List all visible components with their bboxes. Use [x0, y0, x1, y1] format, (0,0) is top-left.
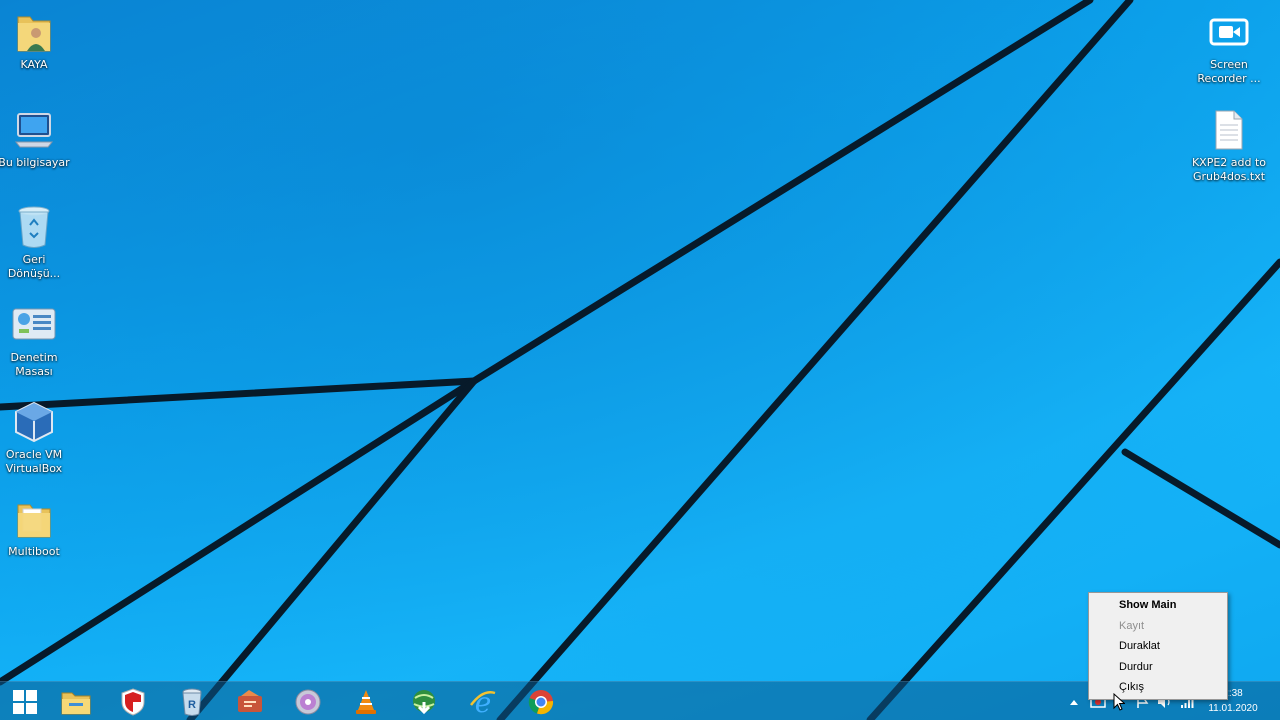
- windows-logo-icon: [13, 689, 37, 714]
- control-panel-icon: [10, 301, 58, 349]
- desktop-icon-label: Denetim Masası: [10, 351, 58, 378]
- desktop-icon-label: Bu bilgisayar: [0, 156, 70, 169]
- svg-text:R: R: [188, 699, 196, 711]
- desktop-icon-recycle-bin[interactable]: Geri Dönüşü...: [0, 203, 72, 281]
- desktop-icon-label: KAYA: [20, 58, 48, 71]
- desktop-icon-virtualbox[interactable]: Oracle VM VirtualBox: [0, 398, 72, 476]
- clock-date: 11.01.2020: [1208, 703, 1258, 714]
- menu-item-record: Kayıt: [1119, 619, 1145, 632]
- desktop-icon-screen-recorder[interactable]: Screen Recorder ...: [1191, 8, 1267, 86]
- menu-item-exit[interactable]: Çıkış: [1089, 677, 1227, 698]
- taskbar-internet-explorer[interactable]: e: [458, 682, 508, 720]
- menu-item-show-main[interactable]: Show Main: [1089, 595, 1227, 616]
- chevron-up-icon: [1070, 699, 1078, 705]
- taskbar-download-manager[interactable]: [399, 682, 449, 720]
- menu-item-pause[interactable]: Duraklat: [1089, 636, 1227, 657]
- tray-overflow-button[interactable]: [1066, 682, 1082, 720]
- user-folder-icon: [10, 8, 58, 56]
- file-explorer-icon: [61, 692, 91, 714]
- desktop-icon-label: Screen Recorder ...: [1197, 58, 1261, 85]
- taskbar-media-converter[interactable]: [225, 682, 275, 720]
- video-camera-icon: [1205, 8, 1253, 56]
- virtualbox-icon: [10, 398, 58, 446]
- desktop-icon-label: Geri Dönüşü...: [7, 253, 61, 280]
- desktop-icon-multiboot[interactable]: Multiboot: [0, 495, 72, 559]
- desktop-icon-this-pc[interactable]: Bu bilgisayar: [0, 106, 72, 170]
- taskbar-file-explorer[interactable]: [51, 682, 101, 720]
- mouse-cursor-icon: [1113, 693, 1125, 711]
- folder-icon: [10, 495, 58, 543]
- taskbar-disc-app[interactable]: [283, 682, 333, 720]
- desktop-icon-label: Oracle VM VirtualBox: [5, 448, 63, 475]
- media-converter-icon: [238, 689, 262, 712]
- taskbar-security[interactable]: [108, 682, 158, 720]
- security-shield-icon: [121, 687, 145, 716]
- taskbar-vlc[interactable]: [341, 682, 391, 720]
- tray-context-menu: Show Main Kayıt Duraklat Durdur Çıkış: [1088, 592, 1228, 700]
- vlc-cone-icon: [356, 689, 376, 714]
- menu-item-stop[interactable]: Durdur: [1089, 657, 1227, 678]
- recycle-tool-icon: R: [182, 688, 202, 716]
- taskbar-chrome[interactable]: [516, 682, 566, 720]
- desktop-icon-label: Multiboot: [8, 545, 60, 558]
- disc-icon: [295, 689, 321, 714]
- globe-download-icon: [413, 689, 435, 714]
- internet-explorer-icon: e: [470, 688, 496, 716]
- start-button[interactable]: [0, 682, 50, 720]
- desktop-icon-kaya[interactable]: KAYA: [0, 8, 72, 72]
- desktop-icon-text-file[interactable]: KXPE2 add to Grub4dos.txt: [1191, 106, 1267, 184]
- computer-icon: [10, 106, 58, 154]
- desktop-icon-control-panel[interactable]: Denetim Masası: [0, 301, 72, 379]
- recycle-bin-icon: [10, 203, 58, 251]
- taskbar-recycle-tool[interactable]: R: [167, 682, 217, 720]
- chrome-icon: [528, 689, 554, 714]
- desktop-icon-label: KXPE2 add to Grub4dos.txt: [1191, 156, 1267, 183]
- text-file-icon: [1205, 106, 1253, 154]
